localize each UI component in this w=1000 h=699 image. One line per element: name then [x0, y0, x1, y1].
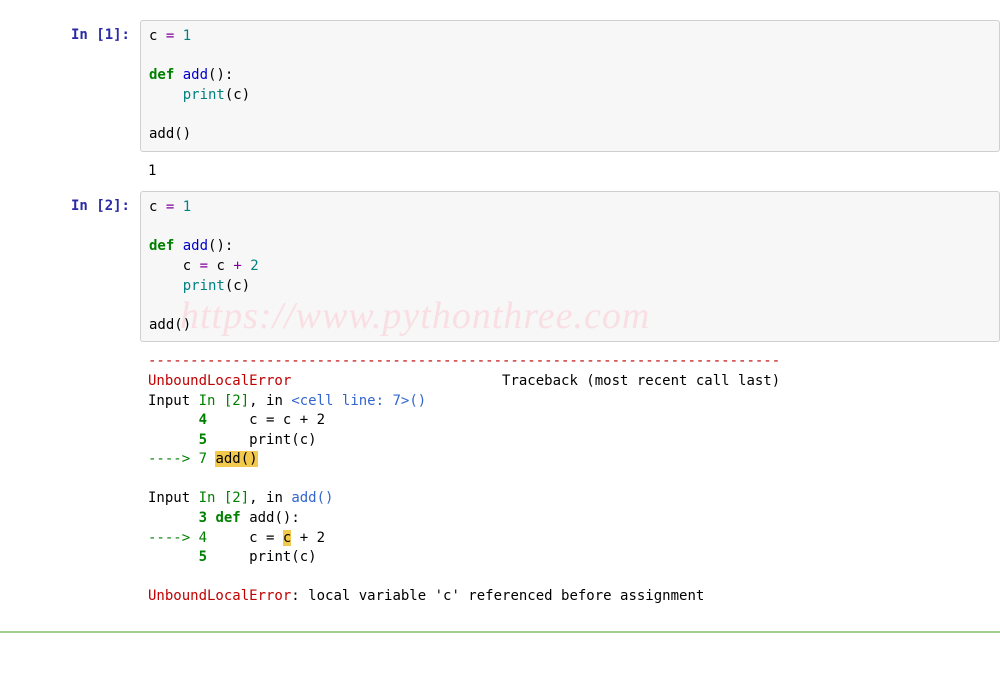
- traceback-line: (): [409, 393, 426, 409]
- traceback-line: +: [300, 530, 308, 546]
- traceback-line: +: [300, 412, 308, 428]
- traceback-lineno: 3: [199, 510, 207, 526]
- traceback-lineno: 5: [199, 549, 207, 565]
- code-token: add: [183, 67, 208, 83]
- traceback-lineno: 7: [199, 451, 216, 467]
- traceback-line: [148, 412, 199, 428]
- section-divider: [0, 631, 1000, 633]
- code-token: add(): [149, 126, 191, 142]
- traceback-line: Input: [148, 490, 199, 506]
- traceback-line: def: [215, 510, 240, 526]
- code-token: [174, 199, 182, 215]
- traceback-line: [308, 530, 316, 546]
- stdout-output-1: 1: [140, 156, 1000, 188]
- traceback-line: , in: [249, 393, 291, 409]
- traceback-line: [148, 549, 199, 565]
- traceback-header: Traceback (most recent call last): [291, 373, 780, 389]
- traceback-lineno: 4: [199, 530, 207, 546]
- code-token: 1: [183, 28, 191, 44]
- traceback-line: add: [249, 510, 274, 526]
- traceback-exc-name: UnboundLocalError: [148, 373, 291, 389]
- traceback-line: print(c): [207, 549, 317, 565]
- code-token: c: [208, 258, 233, 274]
- code-token: print: [183, 87, 225, 103]
- traceback-highlight: add(): [215, 451, 257, 467]
- traceback-line: 2: [317, 530, 325, 546]
- traceback-sep: ----------------------------------------…: [148, 353, 780, 369]
- code-token: print: [183, 278, 225, 294]
- traceback-line: c: [207, 530, 266, 546]
- notebook-cell-input-1: In [1]: c = 1 def add(): print(c) add(): [0, 20, 1000, 152]
- code-token: [149, 278, 183, 294]
- code-token: +: [233, 258, 241, 274]
- code-token: ():: [208, 67, 233, 83]
- traceback-line: [308, 412, 316, 428]
- traceback-line: c: [207, 412, 266, 428]
- traceback-line: [148, 510, 199, 526]
- traceback-exc-msg: : local variable 'c' referenced before a…: [291, 588, 704, 604]
- code-token: c: [149, 28, 166, 44]
- input-prompt-1: In [1]:: [71, 27, 130, 43]
- traceback-lineno: 5: [199, 432, 207, 448]
- code-token: add(): [149, 317, 191, 333]
- traceback-line: [274, 530, 282, 546]
- code-token: def: [149, 238, 174, 254]
- traceback-line: print(c): [207, 432, 317, 448]
- traceback-exc-name: UnboundLocalError: [148, 588, 291, 604]
- code-token: [174, 67, 182, 83]
- code-token: def: [149, 67, 174, 83]
- code-token: 1: [183, 199, 191, 215]
- code-token: =: [200, 258, 208, 274]
- traceback-arrow: ---->: [148, 530, 199, 546]
- code-token: [242, 258, 250, 274]
- code-input-2[interactable]: c = 1 def add(): c = c + 2 print(c) add(…: [140, 191, 1000, 342]
- input-prompt-2: In [2]:: [71, 198, 130, 214]
- code-token: add: [183, 238, 208, 254]
- traceback-line: In [2]: [199, 393, 250, 409]
- traceback-line: [291, 530, 299, 546]
- traceback-lineno: 4: [199, 412, 207, 428]
- code-token: c: [149, 258, 200, 274]
- code-token: [174, 238, 182, 254]
- traceback-line: In [2]: [199, 490, 250, 506]
- traceback-line: c: [274, 412, 299, 428]
- code-token: ():: [208, 238, 233, 254]
- code-token: (c): [225, 87, 250, 103]
- notebook-cell-output-2: ----------------------------------------…: [0, 346, 1000, 613]
- code-token: [174, 28, 182, 44]
- code-token: c: [149, 199, 166, 215]
- traceback-line: 2: [317, 412, 325, 428]
- notebook-cell-input-2: In [2]: c = 1 def add(): c = c + 2 print…: [0, 191, 1000, 342]
- traceback-line: ():: [274, 510, 299, 526]
- traceback-line: add: [291, 490, 316, 506]
- traceback-line: (): [317, 490, 334, 506]
- traceback-line: , in: [249, 490, 291, 506]
- traceback-line: [241, 510, 249, 526]
- traceback-line: <cell line: 7>: [291, 393, 409, 409]
- code-input-1[interactable]: c = 1 def add(): print(c) add(): [140, 20, 1000, 152]
- traceback-output: ----------------------------------------…: [140, 346, 1000, 613]
- code-token: 2: [250, 258, 258, 274]
- code-token: [149, 87, 183, 103]
- notebook-cell-output-1: 1: [0, 156, 1000, 188]
- traceback-line: [148, 432, 199, 448]
- traceback-arrow: ---->: [148, 451, 199, 467]
- traceback-line: Input: [148, 393, 199, 409]
- code-token: (c): [225, 278, 250, 294]
